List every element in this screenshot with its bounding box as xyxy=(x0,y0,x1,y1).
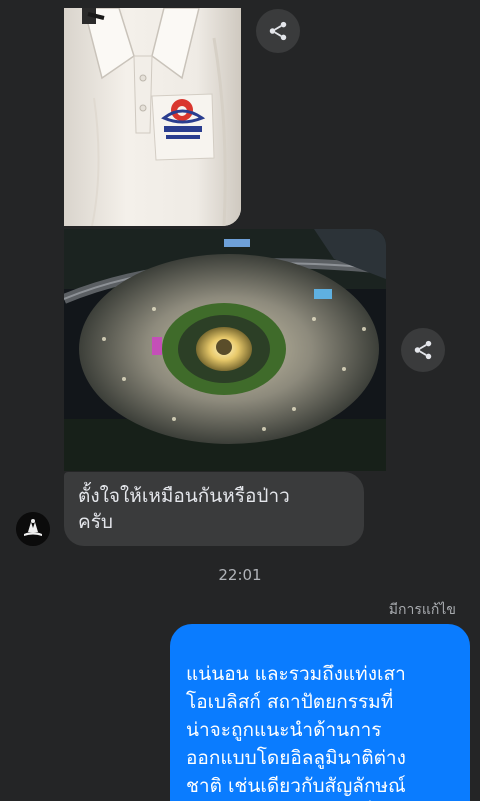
share-icon xyxy=(414,340,432,360)
message-timestamp: 22:01 xyxy=(218,566,262,584)
sent-message-text: แน่นอน และรวมถึงแท่งเสา โอเบลิสก์ สถาปัต… xyxy=(186,663,406,797)
share-button[interactable] xyxy=(256,9,300,53)
shared-photo-shirt[interactable] xyxy=(64,8,241,226)
avatar-image xyxy=(16,512,50,546)
shared-photo-aerial-roundabout[interactable] xyxy=(64,229,386,471)
sent-message-bubble[interactable]: แน่นอน และรวมถึงแท่งเสา โอเบลิสก์ สถาปัต… xyxy=(170,624,470,801)
share-icon xyxy=(269,21,287,41)
received-message-text: ตั้งใจให้เหมือนกันหรือป่าว ครับ xyxy=(78,485,290,533)
received-message-bubble[interactable]: ตั้งใจให้เหมือนกันหรือป่าว ครับ xyxy=(64,472,364,546)
aerial-photo-image xyxy=(64,229,386,471)
shirt-photo-image xyxy=(64,8,241,226)
sender-avatar[interactable] xyxy=(16,512,50,546)
share-button[interactable] xyxy=(401,328,445,372)
edited-label: มีการแก้ไข xyxy=(388,602,456,618)
